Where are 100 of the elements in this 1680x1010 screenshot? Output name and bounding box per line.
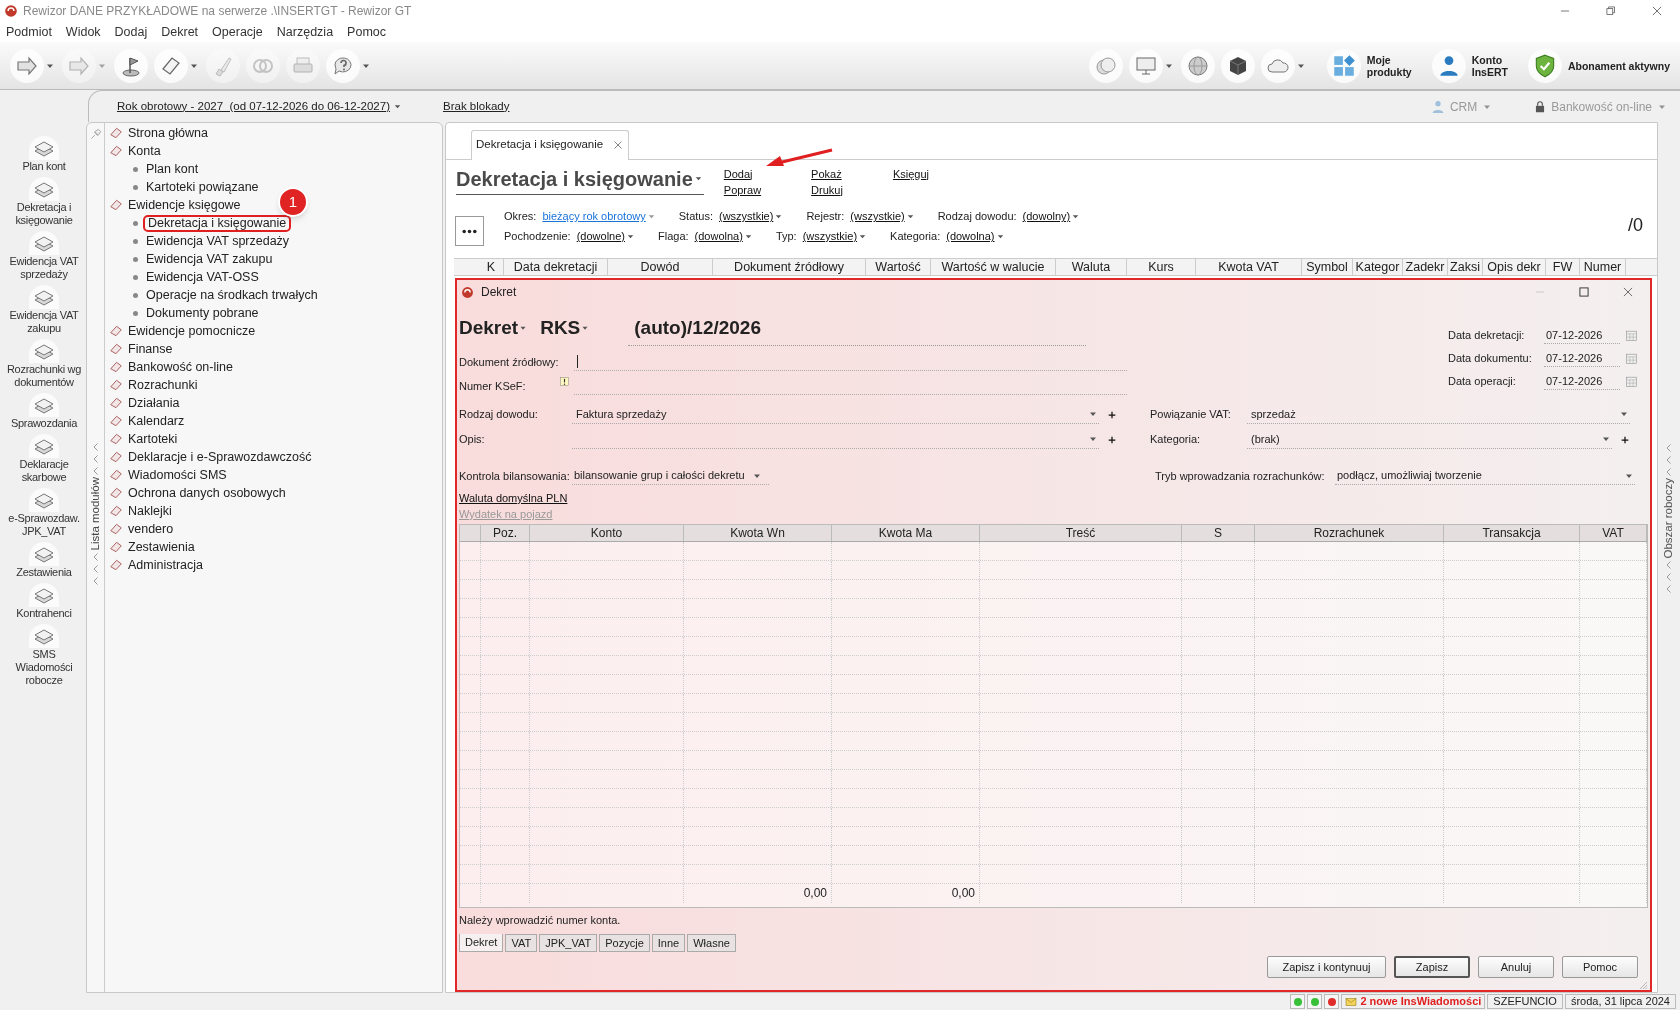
- column-header[interactable]: Kategor: [1353, 259, 1403, 275]
- module-item[interactable]: Administracja: [128, 555, 204, 575]
- module-item[interactable]: Ewidencje pomocnicze: [128, 321, 256, 341]
- filter-dropdown[interactable]: (wszystkie): [802, 228, 869, 245]
- period-dropdown[interactable]: Rok obrotowy - 2027 (od 07-12-2026 do 06-12-2027): [117, 97, 403, 116]
- module-item[interactable]: Działania: [128, 393, 180, 413]
- action-link[interactable]: Popraw: [723, 181, 762, 198]
- calendar-icon[interactable]: [1625, 352, 1638, 365]
- menu-item[interactable]: Narzędzia: [276, 22, 334, 42]
- dialog-tab[interactable]: Dekret: [459, 934, 504, 952]
- column-header[interactable]: Wartość: [866, 259, 931, 275]
- document-tab[interactable]: Dekretacja i księgowanie: [471, 129, 629, 160]
- dialog-tab[interactable]: JPK_VAT: [539, 934, 598, 952]
- dropdown-field[interactable]: (brak): [1247, 430, 1612, 449]
- option-link[interactable]: Waluta domyślna PLN: [459, 490, 568, 506]
- pin-icon[interactable]: [88, 127, 103, 141]
- dialog-tab[interactable]: Własne: [687, 934, 736, 952]
- action-link[interactable]: Drukuj: [811, 181, 843, 198]
- module-item[interactable]: Finanse: [128, 339, 173, 359]
- column-header[interactable]: Numer: [1580, 259, 1626, 275]
- module-button[interactable]: e-Sprawozdaw. JPK_VAT: [8, 512, 80, 538]
- module-button[interactable]: Ewidencja VAT sprzedaży: [9, 255, 79, 281]
- filter-dropdown[interactable]: (wszystkie): [719, 208, 785, 225]
- module-item[interactable]: Zestawienia: [128, 537, 195, 557]
- column-header[interactable]: FW: [1546, 259, 1580, 275]
- envelope-icon[interactable]: [1345, 995, 1358, 1008]
- module-item[interactable]: Bankowość on-line: [128, 357, 233, 377]
- plus-icon[interactable]: [1620, 434, 1630, 445]
- column-header[interactable]: Data dekretacji: [504, 259, 608, 275]
- menu-item[interactable]: Podmiot: [6, 22, 52, 42]
- module-item[interactable]: Operacje na środkach trwałych: [143, 285, 321, 305]
- date-field[interactable]: 07-12-2026: [1544, 349, 1620, 368]
- column-header[interactable]: S: [1182, 525, 1255, 541]
- toolbar-label[interactable]: Abonament aktywny: [1567, 59, 1670, 72]
- module-item[interactable]: Rozrachunki: [128, 375, 198, 395]
- toolbar-label[interactable]: Moje produkty: [1366, 53, 1412, 78]
- doc-type-dropdown[interactable]: Dekret: [459, 313, 519, 342]
- action-link[interactable]: Pokaż: [811, 165, 843, 182]
- module-item[interactable]: Plan kont: [143, 159, 202, 179]
- column-header[interactable]: Dokument źródłowy: [713, 259, 866, 275]
- dialog-tab[interactable]: Pozycje: [599, 934, 650, 952]
- column-header[interactable]: Opis dekr: [1483, 259, 1546, 275]
- dialog-button[interactable]: Zapisz i kontynuuj: [1267, 956, 1386, 978]
- module-item[interactable]: Dekretacja i księgowanie: [143, 214, 292, 232]
- module-item[interactable]: Ewidencje księgowe: [128, 195, 241, 215]
- module-item[interactable]: Wiadomości SMS: [128, 465, 227, 485]
- maximize-icon[interactable]: [1577, 285, 1591, 299]
- dropdown-field[interactable]: bilansowanie grup i całości dekretu: [572, 467, 769, 485]
- column-header[interactable]: Zaksi: [1448, 259, 1483, 275]
- register-dropdown[interactable]: RKS: [540, 313, 581, 342]
- toolbar-button[interactable]: [114, 48, 148, 83]
- column-header[interactable]: Zadekr: [1403, 259, 1448, 275]
- dropdown-field[interactable]: sprzedaż: [1247, 405, 1630, 424]
- restore-icon[interactable]: [1604, 4, 1618, 18]
- column-header[interactable]: Symbol: [1302, 259, 1353, 275]
- close-icon[interactable]: [1650, 4, 1664, 18]
- module-item[interactable]: Kalendarz: [128, 411, 185, 431]
- warning-icon[interactable]: [559, 376, 570, 387]
- module-item[interactable]: Ochrona danych osobowych: [128, 483, 286, 503]
- lock-link[interactable]: Brak blokady: [443, 97, 510, 116]
- filter-dropdown[interactable]: (dowolny): [1022, 208, 1082, 225]
- column-header[interactable]: Kwota Ma: [832, 525, 980, 541]
- column-header[interactable]: Rozrachunek: [1255, 525, 1444, 541]
- column-header[interactable]: Waluta: [1056, 259, 1127, 275]
- dialog-tab[interactable]: Inne: [651, 934, 686, 952]
- date-field[interactable]: 07-12-2026: [1544, 326, 1620, 345]
- column-header[interactable]: Kurs: [1127, 259, 1196, 275]
- text-input[interactable]: [574, 353, 1127, 371]
- module-item[interactable]: Ewidencja VAT-OSS: [143, 267, 262, 287]
- menu-item[interactable]: Widok: [65, 22, 101, 42]
- dialog-button[interactable]: Zapisz: [1394, 956, 1470, 978]
- action-link[interactable]: Księguj: [892, 165, 929, 182]
- module-button[interactable]: Ewidencja VAT zakupu: [9, 309, 79, 335]
- filter-dropdown[interactable]: (dowolne): [576, 228, 636, 245]
- close-icon[interactable]: [1621, 285, 1635, 299]
- module-item[interactable]: Ewidencja VAT zakupu: [143, 249, 276, 269]
- module-item[interactable]: Deklaracje i e-Sprawozdawczość: [128, 447, 312, 467]
- toolbar-label[interactable]: Konto InsERT: [1471, 53, 1508, 78]
- filter-dropdown[interactable]: (wszystkie): [850, 208, 916, 225]
- column-header[interactable]: Transakcja: [1444, 525, 1580, 541]
- tab-label[interactable]: Dekretacja i księgowanie: [476, 136, 604, 154]
- menu-item[interactable]: Dodaj: [114, 22, 148, 42]
- more-button[interactable]: [455, 216, 484, 246]
- menu-item[interactable]: Operacje: [212, 22, 263, 42]
- calendar-icon[interactable]: [1625, 375, 1638, 388]
- dropdown-field[interactable]: podłącz, umożliwiaj tworzenie: [1335, 467, 1635, 485]
- filter-dropdown[interactable]: bieżący rok obrotowy: [542, 208, 657, 225]
- module-button[interactable]: Sprawozdania: [10, 417, 78, 430]
- toolbar-button[interactable]: [1220, 48, 1255, 83]
- column-header[interactable]: Treść: [980, 525, 1182, 541]
- module-button[interactable]: Kontrahenci: [16, 607, 72, 620]
- column-header[interactable]: Dowód: [608, 259, 713, 275]
- module-item[interactable]: Dokumenty pobrane: [143, 303, 262, 323]
- action-link[interactable]: Dodaj: [723, 165, 762, 182]
- menu-item[interactable]: Dekret: [161, 22, 199, 42]
- date-field[interactable]: 07-12-2026: [1544, 372, 1620, 391]
- column-header[interactable]: VAT: [1580, 525, 1647, 541]
- filter-dropdown[interactable]: (dowolna): [946, 228, 1006, 245]
- plus-icon[interactable]: [1107, 434, 1117, 445]
- column-header[interactable]: Wartość w walucie: [931, 259, 1056, 275]
